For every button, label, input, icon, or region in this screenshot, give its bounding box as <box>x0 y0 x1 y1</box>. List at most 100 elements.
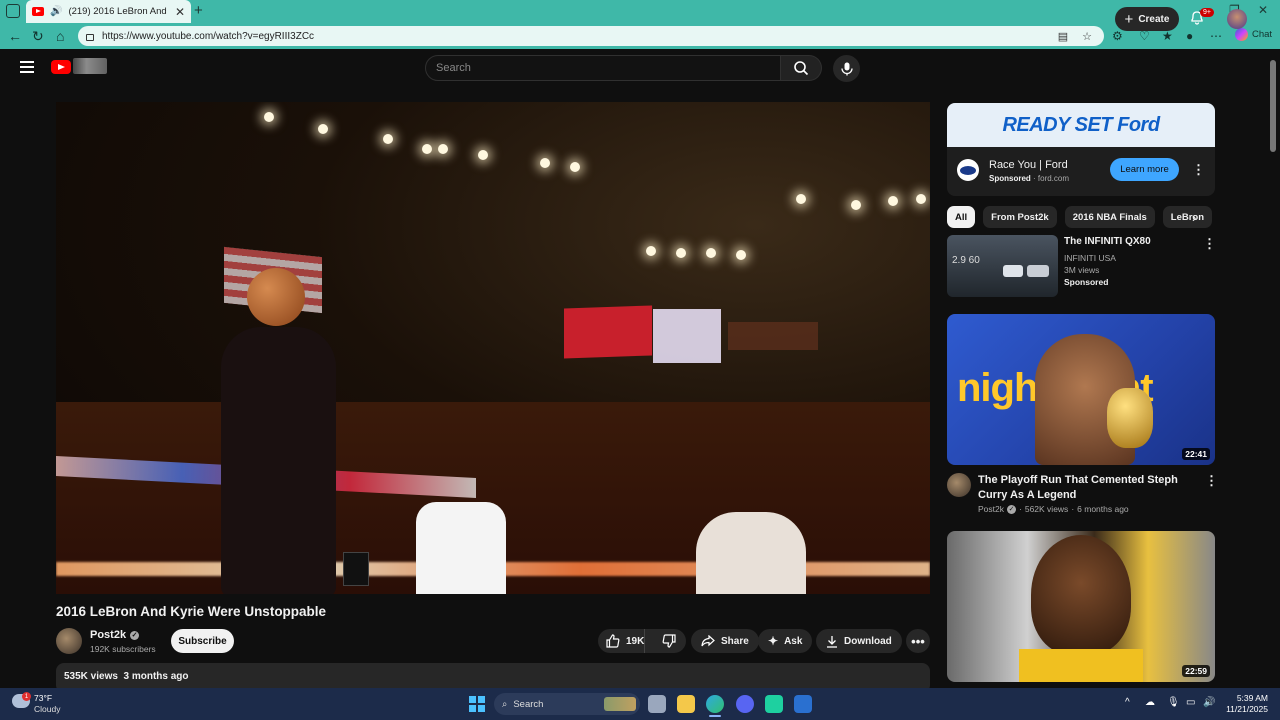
arena-signage-red <box>564 305 652 359</box>
create-label: Create <box>1138 13 1170 25</box>
channel-name[interactable]: Post2k <box>90 629 126 641</box>
app-icon[interactable] <box>765 695 783 713</box>
microphone-tray-icon[interactable]: 🎙 <box>1167 697 1180 708</box>
like-dislike-group: 19K <box>598 629 686 653</box>
back-icon[interactable]: ← <box>8 28 22 44</box>
filter-chips: All From Post2k 2016 NBA Finals LeBron <box>947 206 1215 228</box>
download-icon <box>827 635 837 648</box>
store-app-icon[interactable] <box>794 695 812 713</box>
arena-light <box>264 112 274 122</box>
weather-condition[interactable]: Cloudy <box>34 704 60 714</box>
verified-icon: ✓ <box>130 630 140 640</box>
clock-time[interactable]: 5:39 AM <box>1232 693 1268 703</box>
read-mode-icon[interactable]: ▤ <box>1058 30 1068 43</box>
notification-badge: 9+ <box>1200 8 1214 17</box>
download-button[interactable]: Download <box>816 629 902 653</box>
weather-alert-badge: 1 <box>22 692 31 701</box>
like-count: 19K <box>626 635 645 647</box>
discord-icon[interactable] <box>736 695 754 713</box>
file-explorer-icon[interactable] <box>677 695 695 713</box>
arena-signage <box>728 322 818 350</box>
favorite-star-icon[interactable]: ☆ <box>1082 30 1092 43</box>
window-close-icon[interactable]: ✕ <box>1258 3 1268 17</box>
arena-light <box>851 200 861 210</box>
tab-actions-icon[interactable] <box>6 4 20 18</box>
clock-date[interactable]: 11/21/2025 <box>1218 704 1268 714</box>
share-label: Share <box>721 635 749 647</box>
task-view-icon[interactable] <box>648 695 666 713</box>
arena-light <box>540 158 550 168</box>
account-avatar[interactable] <box>1227 9 1247 29</box>
recommendation-thumbnail[interactable]: night night 22:41 <box>947 314 1215 465</box>
sponsored-ad-card[interactable]: READY SET Ford Race You | Ford Sponsored… <box>947 103 1215 196</box>
video-duration: 22:41 <box>1182 448 1210 460</box>
extensions-icon[interactable]: ⚙ <box>1112 29 1123 43</box>
menu-icon[interactable] <box>20 61 34 73</box>
create-button[interactable]: + Create <box>1115 7 1179 31</box>
arena-light <box>646 246 656 256</box>
sponsored-video-menu-icon[interactable]: ⋮ <box>1203 237 1216 250</box>
sponsored-video-title[interactable]: The INFINITI QX80 <box>1064 236 1151 247</box>
start-windows-icon[interactable] <box>469 696 485 712</box>
recommendation-channel[interactable]: Post2k <box>978 504 1004 514</box>
learn-more-button[interactable]: Learn more <box>1110 158 1179 181</box>
plus-icon: + <box>1124 10 1134 28</box>
dislike-button[interactable] <box>651 634 686 648</box>
like-button[interactable]: 19K <box>598 629 646 653</box>
ad-title[interactable]: Race You | Ford <box>989 159 1068 171</box>
url-field[interactable]: https://www.youtube.com/watch?v=egyRIII3… <box>78 26 1104 46</box>
scrollbar-thumb[interactable] <box>1270 60 1276 152</box>
video-player[interactable] <box>56 102 930 594</box>
close-tab-icon[interactable]: ✕ <box>175 5 185 19</box>
recommendation-menu-icon[interactable]: ⋮ <box>1205 474 1218 487</box>
subscribe-button[interactable]: Subscribe <box>171 629 234 653</box>
sponsored-video-channel: INFINITI USA <box>1064 253 1116 263</box>
chip-2016-nba-finals[interactable]: 2016 NBA Finals <box>1064 206 1155 228</box>
chevron-right-icon[interactable]: › <box>1192 210 1196 225</box>
video-player-figure-bench <box>696 512 806 594</box>
channel-name-row[interactable]: Post2k ✓ <box>90 629 140 641</box>
new-tab-icon[interactable]: + <box>194 2 203 19</box>
chip-all[interactable]: All <box>947 206 976 228</box>
show-hidden-icons-icon[interactable]: ^ <box>1125 697 1130 708</box>
channel-avatar[interactable] <box>56 628 82 654</box>
more-actions-button[interactable]: ••• <box>906 629 930 653</box>
microphone-icon <box>840 62 853 75</box>
volume-icon[interactable]: 🔊 <box>1203 697 1215 708</box>
chip-lebron[interactable]: LeBron <box>1162 206 1213 228</box>
more-options-icon[interactable]: ⋯ <box>1210 29 1222 43</box>
onedrive-icon[interactable]: ☁ <box>1145 697 1155 708</box>
taskbar-search[interactable]: ⌕ Search <box>494 693 640 715</box>
favorites-icon[interactable]: ★ <box>1162 29 1173 43</box>
youtube-doodle[interactable] <box>73 58 107 74</box>
ask-button[interactable]: ✦ Ask <box>758 629 813 653</box>
voice-search-button[interactable] <box>833 55 860 82</box>
chip-from-post2k[interactable]: From Post2k <box>983 206 1057 228</box>
recommendation-title[interactable]: The Playoff Run That Cemented Steph Curr… <box>978 473 1198 503</box>
sponsored-video-views: 3M views <box>1064 265 1100 275</box>
display-icon[interactable]: ▭ <box>1186 697 1195 708</box>
reload-icon[interactable]: ↻ <box>32 28 44 45</box>
channel-avatar[interactable] <box>947 473 971 497</box>
youtube-logo-icon[interactable] <box>51 60 71 74</box>
arena-light <box>736 250 746 260</box>
profile-icon[interactable]: ● <box>1186 29 1193 43</box>
share-button[interactable]: Share <box>691 629 759 653</box>
browser-essentials-icon[interactable]: ♡ <box>1139 29 1150 43</box>
browser-tab-active[interactable]: 🔊 (219) 2016 LeBron And Kyrie ✕ <box>26 0 191 23</box>
ad-menu-icon[interactable]: ⋮ <box>1192 163 1205 176</box>
edge-browser-icon[interactable] <box>706 695 724 713</box>
active-app-indicator <box>709 715 721 717</box>
ask-label: Ask <box>784 635 803 647</box>
recommendation-thumbnail[interactable]: 22:59 <box>947 531 1215 682</box>
speaker-icon[interactable]: 🔊 <box>50 6 62 17</box>
ad-banner[interactable]: READY SET Ford <box>947 103 1215 147</box>
arena-light <box>676 248 686 258</box>
arena-light <box>570 162 580 172</box>
search-input[interactable]: Search <box>425 55 781 81</box>
weather-temperature[interactable]: 73°F <box>34 693 52 703</box>
home-icon[interactable]: ⌂ <box>56 28 64 44</box>
sponsored-video-thumbnail[interactable]: 2.9 60 <box>947 235 1058 297</box>
search-button[interactable] <box>781 55 822 81</box>
copilot-chat-button[interactable]: Chat <box>1235 28 1272 41</box>
